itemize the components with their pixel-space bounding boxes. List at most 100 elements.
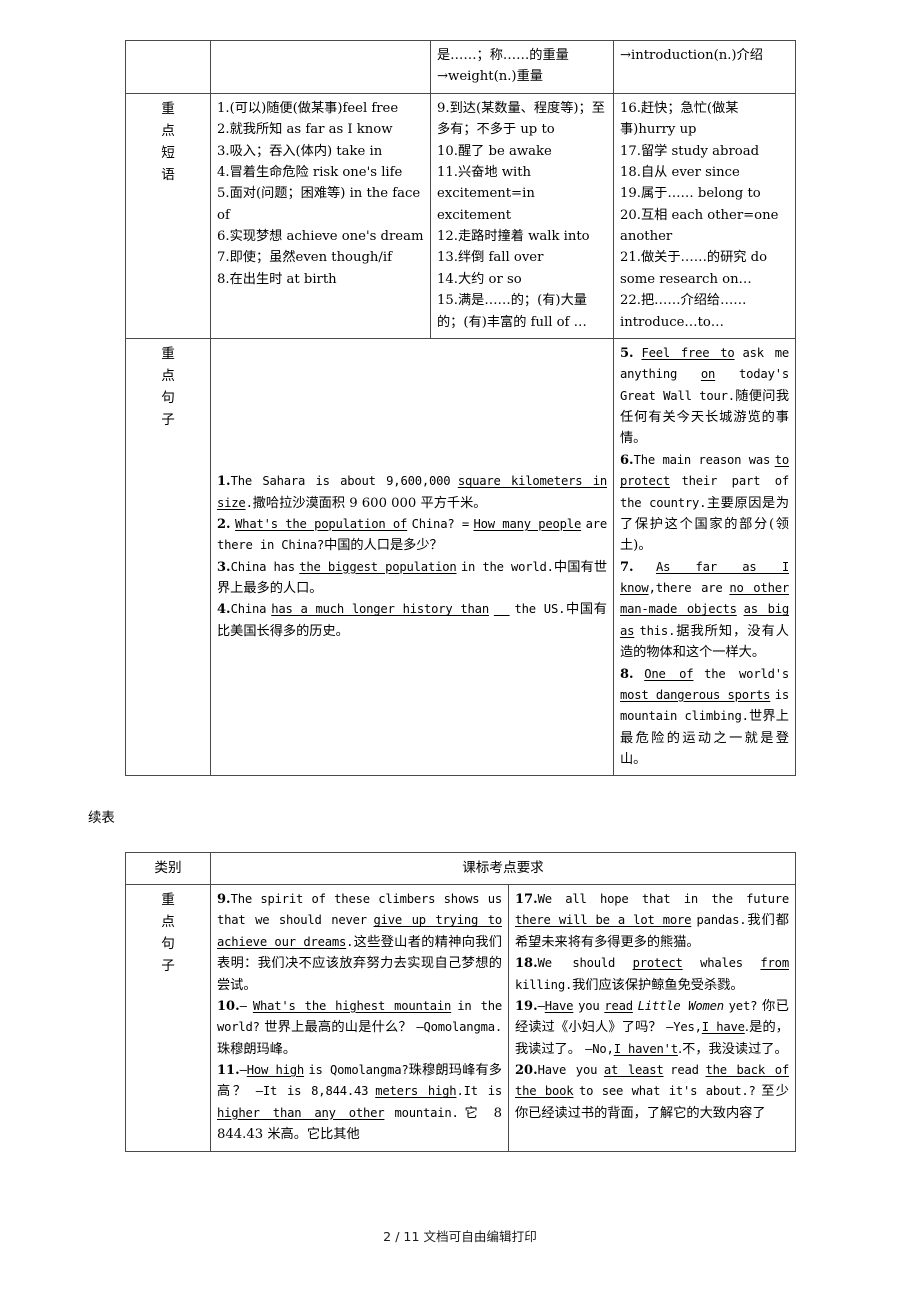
sentence-number: 5. [620, 345, 634, 361]
sentence-item: 17.We all hope that in the future there … [515, 889, 789, 953]
answer-lead: —No, [585, 1041, 614, 1056]
row-label-key-sentences: 重 点 句 子 [125, 884, 211, 1152]
cell-sentences-5-8: 5. Feel free to ask me anything on today… [613, 337, 796, 777]
sentence-item: 1.The Sahara is about 9,600,000 square k… [217, 471, 607, 514]
sentence-blank: Have [544, 998, 574, 1013]
phrase-item: 16.赶快；急忙(做某事)hurry up [620, 100, 739, 138]
dash-marker: — [239, 998, 247, 1013]
sentence-number: 8. [620, 666, 634, 682]
sentence-text: you [578, 998, 600, 1013]
sentence-translation: 我们应该保护鲸鱼免受杀戮。 [572, 977, 744, 993]
phrase-item: 7.即使；虽然even though/if [217, 250, 392, 266]
sentence-translation: 中国的人口是多少？ [324, 538, 443, 554]
sentence-blank: What's the population of [235, 516, 408, 531]
table-row-key-phrases: 重 点 短 语 1.(可以)随便(做某事)feel free 2.就我所知 as… [125, 92, 796, 339]
answer-translation: .不，我没读过了。 [677, 1041, 788, 1057]
phrase-item: 21.做关于……的研究 do some research on… [620, 250, 768, 287]
phrase-item: 15.满是……的；(有)大量的；(有)丰富的 full of … [437, 293, 587, 330]
answer-text: —Qomolangma. [416, 1020, 502, 1035]
phrase-item: 12.走路时撞着 walk into [437, 229, 590, 244]
sentence-text: We all hope that in the future [537, 892, 790, 907]
sentence-blank: on [700, 367, 716, 382]
phrase-item: 19.属于…… belong to [620, 186, 761, 202]
phrase-item: 18.自从 ever since [620, 164, 740, 180]
sentence-number: 10. [217, 998, 240, 1014]
sentence-number: 11. [217, 1063, 240, 1079]
sentence-blank: at least [603, 1063, 664, 1078]
cell-empty [210, 40, 431, 94]
sentence-blank: the biggest population [299, 559, 457, 574]
sentence-text: The Sahara is about 9,600,000 [230, 474, 451, 489]
sentences-continued-table: 类别 课标考点要求 重 点 句 子 9.The spirit of these … [125, 851, 796, 1152]
sentence-text: this. [639, 623, 676, 638]
sentence-text: . [245, 495, 253, 510]
sentence-number: 6. [620, 452, 634, 468]
sentence-blank: has a much longer history than [271, 602, 489, 617]
table-row-key-sentences: 重 点 句 子 9.The spirit of these climbers s… [125, 884, 796, 1152]
cell-phrases-16-22: 16.赶快；急忙(做某事)hurry up 17.留学 study abroad… [613, 92, 796, 339]
label-char: 点 [161, 122, 175, 139]
label-char: 句 [161, 936, 175, 953]
row-label-key-phrases: 重 点 短 语 [125, 92, 211, 339]
phrase-item: 17.留学 study abroad [620, 143, 760, 159]
cell-empty-label [125, 40, 211, 94]
cell-sentences-17-20: 17.We all hope that in the future there … [508, 884, 796, 1152]
dash-marker: — [537, 998, 545, 1013]
table-header-row: 类别 课标考点要求 [125, 851, 796, 886]
sentence-number: 9. [217, 892, 231, 908]
phrase-item: 9.到达(某数量、程度等)；至多有；不多于 up to [437, 100, 605, 138]
sentence-number: 20. [515, 1063, 538, 1079]
sentence-item: 11.—How high is Qomolangma?珠穆朗玛峰有多高？ —It… [217, 1060, 502, 1146]
label-char: 子 [161, 411, 175, 428]
sentence-item: 5. Feel free to ask me anything on today… [620, 343, 789, 450]
sentence-text: the world's [704, 666, 790, 681]
sentence-text: .It is [456, 1084, 502, 1099]
sentence-blank: How many people [473, 516, 582, 531]
header-category: 类别 [125, 851, 211, 886]
sentence-blank: meters high [375, 1084, 457, 1099]
phrase-item: 10.醒了 be awake [437, 143, 552, 159]
table-row-key-sentences: 重 点 句 子 1.The Sahara is about 9,600,000 … [125, 337, 796, 777]
sentence-blank: read [604, 998, 633, 1013]
label-char: 点 [161, 914, 175, 931]
answer-lead: —Yes, [666, 1020, 702, 1035]
book-title: Little Women [637, 998, 724, 1013]
phrase-item: 14.大约 or so [437, 271, 522, 287]
sentence-text: China [230, 602, 267, 617]
label-char: 重 [161, 345, 175, 362]
sentence-item: 9.The spirit of these climbers shows us … [217, 889, 502, 996]
cell-introduction-entry: →introduction(n.)介绍 [613, 40, 796, 94]
sentence-number: 2. [217, 516, 231, 532]
sentence-text: ,there are [648, 581, 723, 595]
sentence-translation: 撒哈拉沙漠面积 9 600 000 平方千米。 [252, 495, 487, 511]
sentence-item: 7. As far as I know,there are no other m… [620, 557, 789, 664]
sentence-text: read [670, 1063, 699, 1078]
sentence-blank: I haven't [613, 1041, 678, 1056]
sentence-item: 19.—Have you read Little Women yet? 你已经读… [515, 996, 789, 1060]
sentence-number: 3. [217, 559, 231, 575]
sentence-item: 10.— What's the highest mountain in the … [217, 996, 502, 1060]
answer-lead: —It is 8,844.43 [255, 1084, 369, 1099]
sentence-item: 18.We should protect whales from killing… [515, 953, 789, 996]
sentence-blank: from [760, 956, 789, 971]
sentence-text: in the world. [460, 559, 554, 574]
cell-weight-entry: 是……；称……的重量→weight(n.)重量 [430, 40, 614, 94]
sentence-text: mountain. [394, 1105, 459, 1120]
header-requirements: 课标考点要求 [210, 851, 796, 886]
label-char: 短 [161, 144, 175, 161]
phrase-item: 20.互相 each other=one another [620, 207, 779, 244]
sentence-number: 17. [515, 892, 538, 908]
phrase-item: 11.兴奋地 with excitement=in excitement [437, 164, 535, 223]
sentence-text: China has [230, 559, 296, 574]
cell-sentences-1-4: 1.The Sahara is about 9,600,000 square k… [210, 337, 614, 777]
sentence-number: 7. [620, 559, 634, 575]
phrase-item: 3.吸入；吞入(体内) take in [217, 143, 383, 159]
sentence-blank: most dangerous sports [620, 687, 771, 702]
sentence-item: 8. One of the world's most dangerous spo… [620, 664, 789, 771]
sentence-blank: Feel free to [641, 345, 735, 360]
sentence-text: Have you [537, 1063, 598, 1078]
sentence-number: 18. [515, 956, 538, 972]
sentence-blank: How high [246, 1063, 305, 1078]
sentence-item: 3.China has the biggest population in th… [217, 557, 607, 600]
cell-phrases-9-15: 9.到达(某数量、程度等)；至多有；不多于 up to 10.醒了 be awa… [430, 92, 614, 339]
